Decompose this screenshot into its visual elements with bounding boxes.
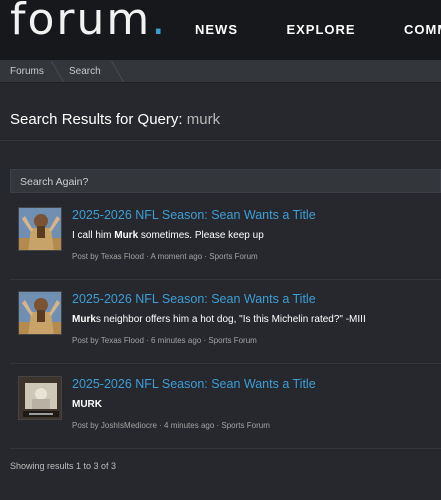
logo-dot: . bbox=[151, 0, 168, 45]
nav-item-community[interactable]: COMM bbox=[404, 22, 441, 37]
results-count: Showing results 1 to 3 of 3 bbox=[10, 461, 117, 471]
breadcrumb-item-search[interactable]: Search bbox=[69, 66, 101, 77]
result-meta: Post by Texas Flood · 6 minutes ago · Sp… bbox=[72, 336, 257, 345]
search-result: 2025-2026 NFL Season: Sean Wants a Title… bbox=[10, 281, 441, 364]
snippet-text: I call him bbox=[72, 230, 115, 241]
result-title-link[interactable]: 2025-2026 NFL Season: Sean Wants a Title bbox=[72, 208, 316, 222]
nav-item-news[interactable]: NEWS bbox=[195, 22, 238, 37]
page-title: Search Results for Query: murk bbox=[10, 111, 220, 128]
search-result: 2025-2026 NFL Season: Sean Wants a Title… bbox=[10, 366, 441, 449]
search-again-label[interactable]: Search Again? bbox=[20, 176, 88, 188]
breadcrumb-item-forums[interactable]: Forums bbox=[10, 66, 44, 77]
snippet-match: Murk bbox=[114, 230, 139, 241]
search-query: murk bbox=[186, 111, 221, 128]
avatar[interactable] bbox=[18, 291, 62, 335]
main-nav: NEWS EXPLORE COMM bbox=[195, 21, 441, 39]
nav-item-explore[interactable]: EXPLORE bbox=[286, 22, 355, 37]
result-meta: Post by Texas Flood · A moment ago · Spo… bbox=[72, 252, 258, 261]
search-again-bar[interactable]: Search Again? bbox=[10, 169, 441, 193]
result-meta: Post by JoshIsMediocre · 4 minutes ago ·… bbox=[72, 421, 270, 430]
snippet-text: sometimes. Please keep up bbox=[138, 230, 264, 241]
search-result: 2025-2026 NFL Season: Sean Wants a Title… bbox=[10, 197, 441, 280]
snippet-text: s neighbor offers him a hot dog, "Is thi… bbox=[95, 314, 366, 325]
result-snippet: Murks neighbor offers him a hot dog, "Is… bbox=[72, 314, 366, 325]
result-snippet: I call him Murk sometimes. Please keep u… bbox=[72, 230, 264, 241]
breadcrumb: Forums Search bbox=[0, 60, 441, 83]
result-title-link[interactable]: 2025-2026 NFL Season: Sean Wants a Title bbox=[72, 292, 316, 306]
result-title-link[interactable]: 2025-2026 NFL Season: Sean Wants a Title bbox=[72, 377, 316, 391]
avatar[interactable] bbox=[18, 376, 62, 420]
logo-text: forum bbox=[10, 0, 152, 45]
snippet-match: Murk bbox=[72, 314, 96, 325]
site-header: forum. NEWS EXPLORE COMM bbox=[0, 0, 441, 60]
page-title-prefix: Search Results for Query: bbox=[10, 111, 183, 128]
result-snippet: MURK bbox=[72, 399, 102, 410]
breadcrumb-separator bbox=[97, 61, 125, 82]
divider bbox=[0, 140, 441, 141]
avatar[interactable] bbox=[18, 207, 62, 251]
site-logo[interactable]: forum. bbox=[10, 0, 167, 45]
snippet-match: MURK bbox=[72, 399, 102, 410]
